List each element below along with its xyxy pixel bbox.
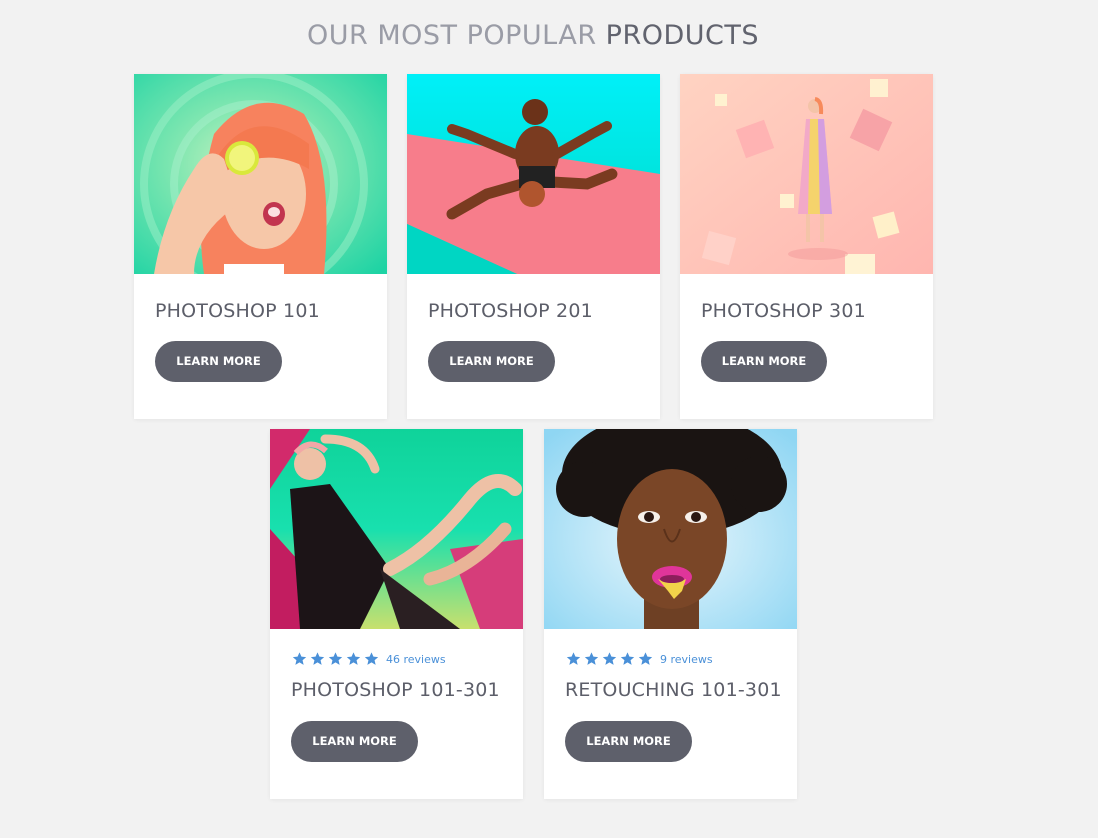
product-image[interactable]	[407, 74, 660, 274]
learn-more-button[interactable]: LEARN MORE	[291, 721, 418, 762]
star-icon	[638, 652, 653, 665]
learn-more-button[interactable]: LEARN MORE	[565, 721, 692, 762]
product-title: PHOTOSHOP 101-301	[291, 679, 500, 701]
product-card-photoshop-301: PHOTOSHOP 301 LEARN MORE	[680, 74, 933, 419]
product-title: PHOTOSHOP 301	[701, 300, 866, 322]
learn-more-button[interactable]: LEARN MORE	[701, 341, 827, 382]
product-title: PHOTOSHOP 101	[155, 300, 320, 322]
product-image[interactable]	[134, 74, 387, 274]
reviews-count[interactable]: 46 reviews	[386, 653, 446, 666]
star-icon	[602, 652, 617, 665]
learn-more-button[interactable]: LEARN MORE	[428, 341, 555, 382]
star-icon	[328, 652, 343, 665]
star-rating	[565, 651, 654, 667]
star-icon	[364, 652, 379, 665]
product-card-photoshop-201: PHOTOSHOP 201 LEARN MORE	[407, 74, 660, 419]
star-icon	[620, 652, 635, 665]
star-rating	[291, 651, 380, 667]
star-icon	[292, 652, 307, 665]
star-icon	[566, 652, 581, 665]
reviews-count[interactable]: 9 reviews	[660, 653, 713, 666]
product-card-retouching-101-301: 9 reviews RETOUCHING 101-301 LEARN MORE	[544, 429, 797, 799]
section-heading: OUR MOST POPULAR PRODUCTS	[0, 20, 1066, 51]
product-card-photoshop-101-301: 46 reviews PHOTOSHOP 101-301 LEARN MORE	[270, 429, 523, 799]
star-icon	[584, 652, 599, 665]
product-image[interactable]	[680, 74, 933, 274]
star-icon	[346, 652, 361, 665]
product-title: RETOUCHING 101-301	[565, 679, 782, 701]
product-title: PHOTOSHOP 201	[428, 300, 593, 322]
rating-row: 9 reviews	[565, 650, 713, 668]
star-icon	[310, 652, 325, 665]
heading-dark-text: PRODUCTS	[605, 20, 759, 51]
rating-row: 46 reviews	[291, 650, 446, 668]
heading-light-text: OUR MOST POPULAR	[306, 20, 606, 51]
learn-more-button[interactable]: LEARN MORE	[155, 341, 282, 382]
product-image[interactable]	[544, 429, 797, 629]
product-card-photoshop-101: PHOTOSHOP 101 LEARN MORE	[134, 74, 387, 419]
product-image[interactable]	[270, 429, 523, 629]
